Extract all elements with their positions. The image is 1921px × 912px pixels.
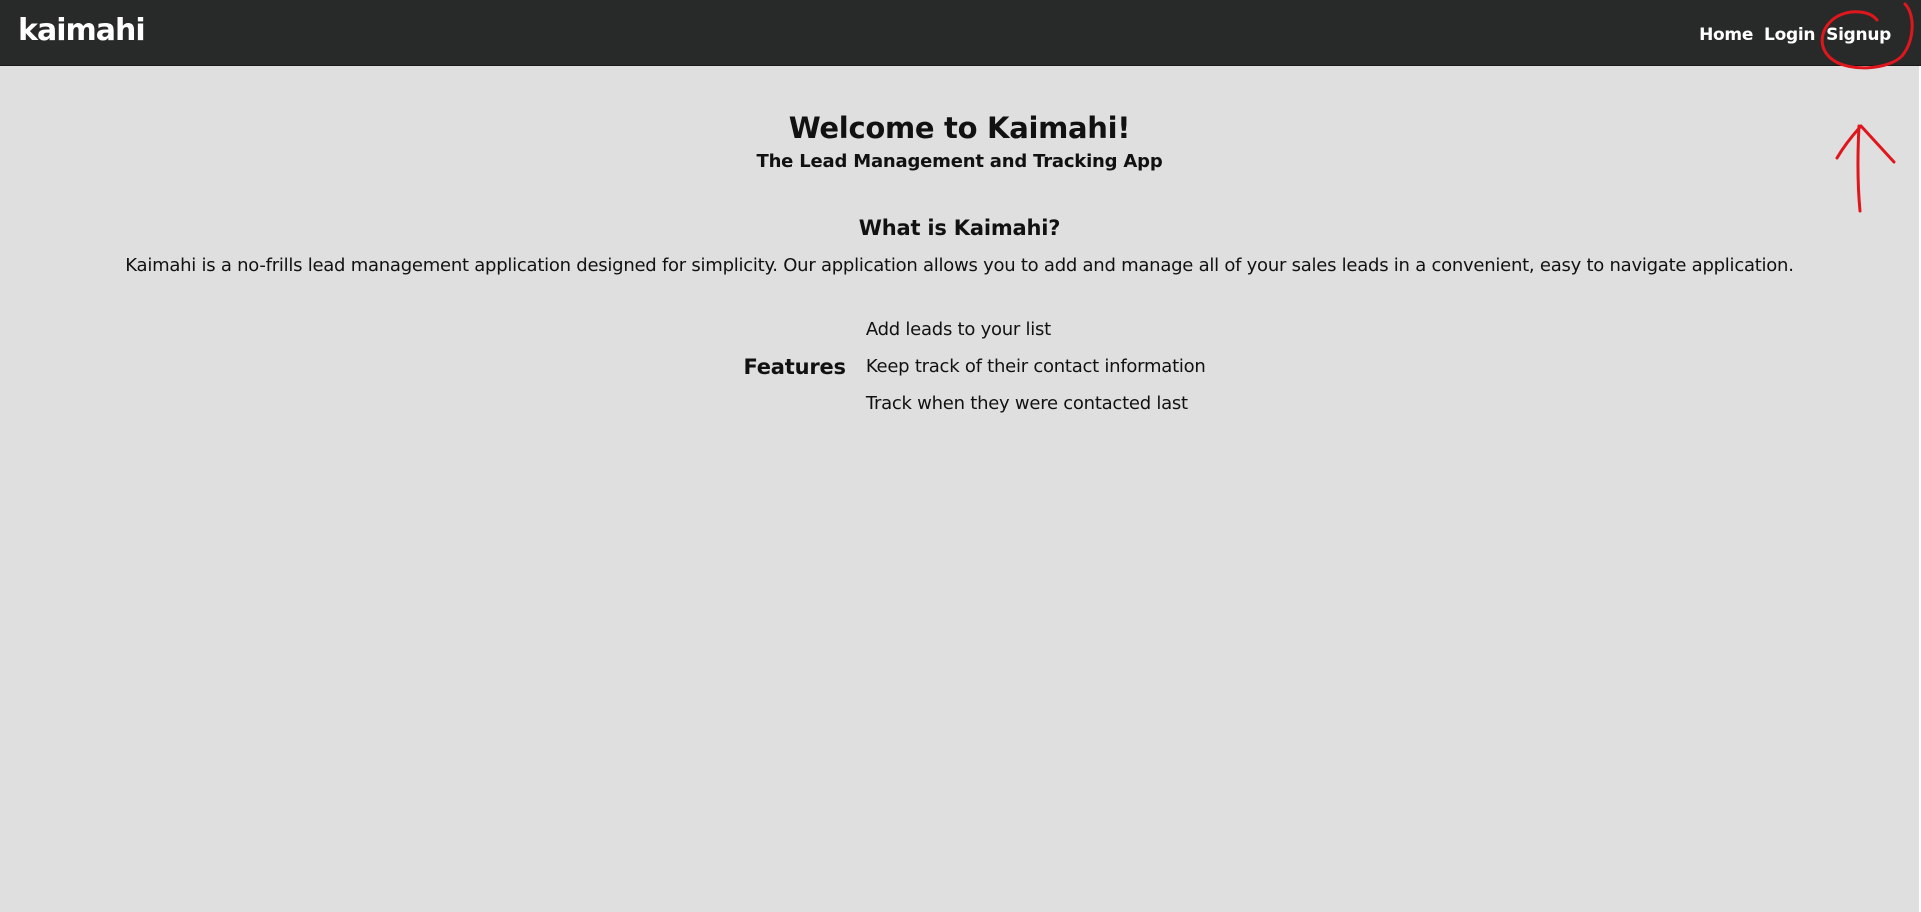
- nav-link-login[interactable]: Login: [1764, 25, 1815, 45]
- nav-link-signup[interactable]: Signup: [1826, 25, 1891, 45]
- page-subtitle: The Lead Management and Tracking App: [756, 151, 1163, 172]
- main-content: Welcome to Kaimahi! The Lead Management …: [0, 66, 1919, 422]
- page-title: Welcome to Kaimahi!: [788, 111, 1131, 145]
- about-heading: What is Kaimahi?: [858, 216, 1061, 240]
- nav-link-home[interactable]: Home: [1699, 25, 1753, 45]
- feature-item: Add leads to your list: [865, 319, 1051, 340]
- nav-links: Home Login Signup: [1688, 25, 1891, 45]
- top-navbar: kaimahi Home Login Signup: [0, 0, 1921, 66]
- feature-item: Track when they were contacted last: [865, 393, 1188, 414]
- features-list: Add leads to your list Keep track of the…: [866, 311, 1206, 422]
- feature-item: Keep track of their contact information: [865, 356, 1206, 377]
- features-section: Features Add leads to your list Keep tra…: [0, 311, 1919, 422]
- app-root: kaimahi Home Login Signup Welcome to Kai…: [0, 0, 1921, 912]
- about-text: Kaimahi is a no-frills lead management a…: [125, 255, 1794, 276]
- features-label: Features: [743, 354, 846, 379]
- brand-logo[interactable]: kaimahi: [18, 13, 146, 48]
